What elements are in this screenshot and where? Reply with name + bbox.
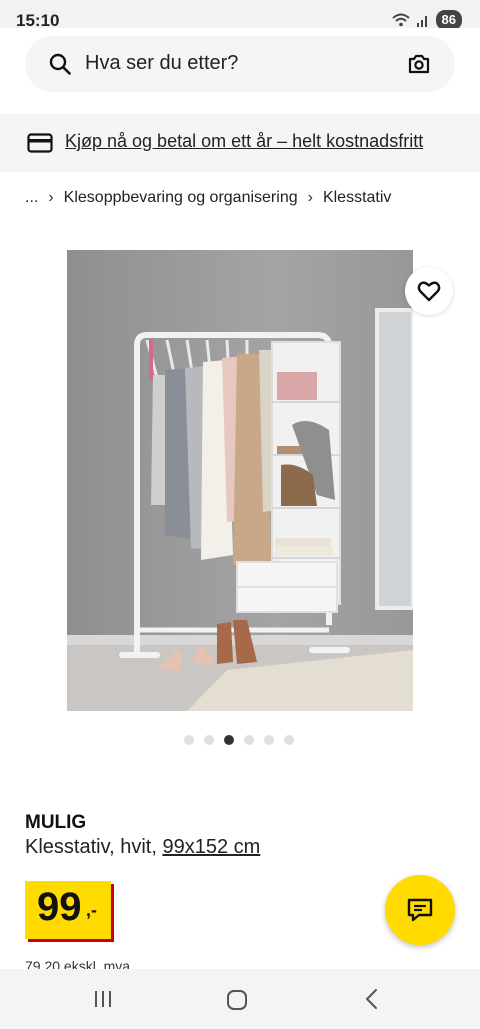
product-image[interactable]	[67, 250, 413, 711]
gallery-dot[interactable]	[244, 735, 254, 745]
search-area: Hva ser du etter?	[0, 28, 480, 114]
camera-icon[interactable]	[407, 52, 431, 76]
gallery-pagination	[184, 735, 294, 745]
recent-apps-icon[interactable]	[93, 989, 113, 1009]
product-description: Klesstativ, hvit, 99x152 cm	[25, 836, 260, 859]
promo-link[interactable]: Kjøp nå og betal om ett år – helt kostna…	[65, 131, 423, 152]
breadcrumb-item-current[interactable]: Klesstativ	[323, 189, 391, 207]
gallery-dot[interactable]	[204, 735, 214, 745]
price-tag: 99 ,-	[25, 881, 111, 939]
battery-icon: 86	[435, 10, 462, 30]
system-nav-bar	[0, 969, 480, 1029]
chevron-right-icon: ›	[307, 189, 313, 206]
status-icons: 86	[391, 10, 462, 30]
price-suffix: ,-	[86, 900, 97, 920]
gallery-dot-active[interactable]	[224, 735, 234, 745]
credit-card-icon	[27, 133, 53, 153]
price-value: 99	[37, 885, 82, 929]
gallery-dot[interactable]	[284, 735, 294, 745]
favorite-button[interactable]	[405, 267, 453, 315]
home-icon[interactable]	[226, 989, 248, 1011]
chat-bubble-icon	[407, 898, 433, 922]
product-type: Klesstativ, hvit,	[25, 836, 163, 858]
search-placeholder: Hva ser du etter?	[85, 52, 239, 74]
product-name: MULIG	[25, 812, 87, 833]
gallery-dot[interactable]	[184, 735, 194, 745]
signal-icon	[416, 16, 427, 27]
back-icon[interactable]	[362, 988, 382, 1010]
chevron-right-icon: ›	[48, 189, 54, 206]
promo-banner[interactable]: Kjøp nå og betal om ett år – helt kostna…	[0, 114, 480, 172]
product-size-link[interactable]: 99x152 cm	[162, 836, 260, 858]
gallery-dot[interactable]	[264, 735, 274, 745]
search-icon	[49, 53, 71, 75]
heart-outline-icon	[417, 281, 441, 302]
chat-button[interactable]	[385, 875, 455, 945]
breadcrumb: ... › Klesoppbevaring og organisering › …	[25, 189, 391, 207]
wifi-icon	[391, 13, 410, 27]
breadcrumb-item-ellipsis[interactable]: ...	[25, 189, 38, 207]
product-photo	[67, 250, 413, 711]
search-input[interactable]: Hva ser du etter?	[25, 36, 455, 92]
breadcrumb-item-category[interactable]: Klesoppbevaring og organisering	[64, 189, 298, 207]
